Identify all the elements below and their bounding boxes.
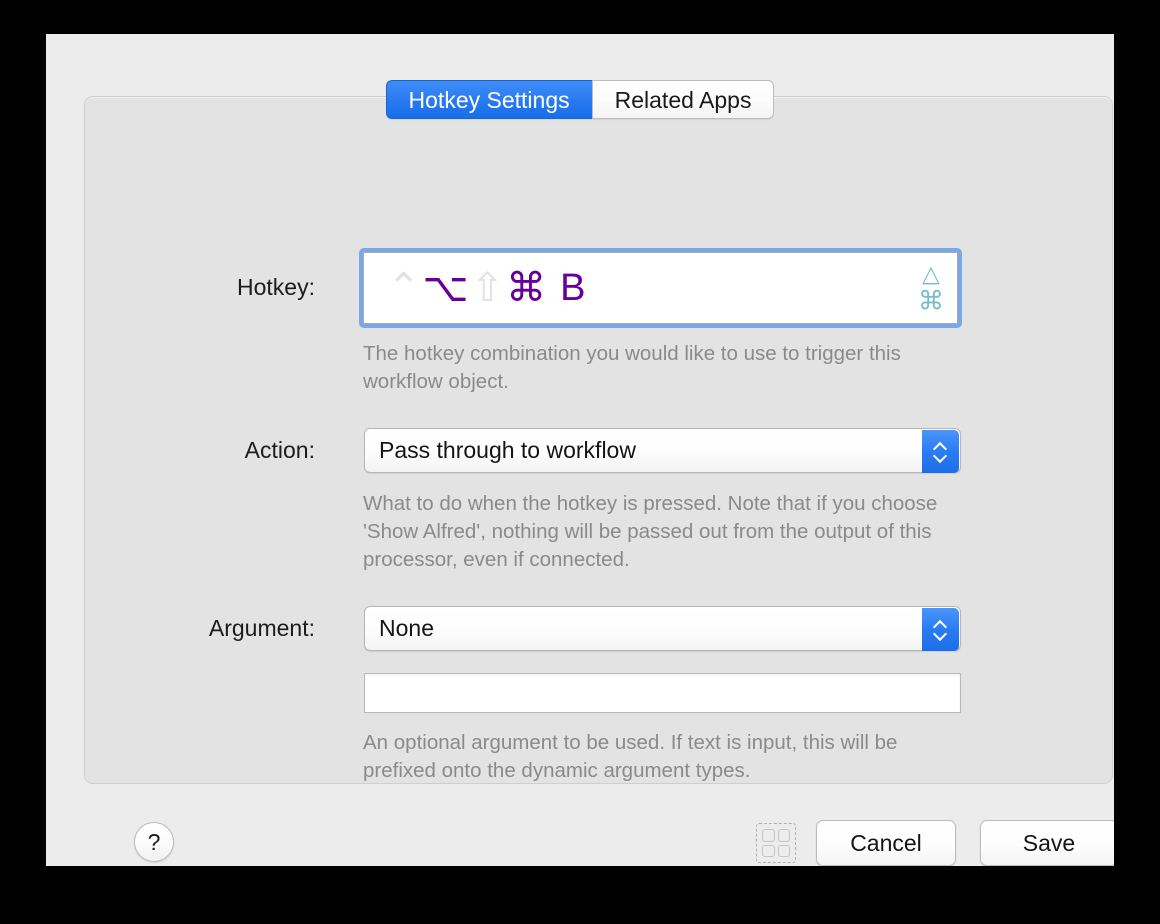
control-key-icon: ⌃ — [387, 268, 421, 308]
argument-stepper-icon[interactable] — [922, 608, 959, 651]
action-help-text: What to do when the hotkey is pressed. N… — [363, 490, 963, 574]
triangle-up-icon: △ — [922, 263, 940, 286]
grid-cell — [778, 845, 791, 858]
tab-related-apps[interactable]: Related Apps — [592, 80, 775, 119]
action-select[interactable]: Pass through to workflow — [364, 428, 961, 473]
cancel-button[interactable]: Cancel — [816, 820, 956, 866]
save-button[interactable]: Save — [980, 820, 1114, 866]
chevron-down-icon — [934, 631, 947, 638]
action-selected-value: Pass through to workflow — [365, 437, 636, 464]
argument-label: Argument: — [193, 615, 315, 642]
option-key-icon: ⌥ — [423, 268, 469, 308]
argument-text-input[interactable] — [364, 673, 961, 713]
command-key-icon: ⌘ — [506, 268, 546, 308]
grid-placeholder-icon[interactable] — [756, 823, 796, 863]
action-label: Action: — [215, 437, 315, 464]
settings-panel: Hotkey: ⌃ ⌥ ⇧ ⌘ B △ ⌘ The hotkey combina… — [84, 96, 1113, 784]
grid-cell — [762, 845, 775, 858]
help-button[interactable]: ? — [134, 822, 174, 862]
hotkey-character: B — [560, 269, 585, 307]
hotkey-help-text: The hotkey combination you would like to… — [363, 340, 963, 396]
hotkey-label: Hotkey: — [210, 274, 315, 301]
tab-hotkey-settings[interactable]: Hotkey Settings — [386, 80, 592, 119]
hotkey-recorder-indicator[interactable]: △ ⌘ — [918, 263, 944, 314]
argument-select[interactable]: None — [364, 606, 961, 651]
shift-key-icon: ⇧ — [471, 268, 505, 308]
argument-selected-value: None — [365, 615, 434, 642]
hotkey-settings-dialog: Hotkey Settings Related Apps Hotkey: ⌃ ⌥… — [46, 34, 1114, 866]
chevron-down-icon — [934, 453, 947, 460]
tab-bar: Hotkey Settings Related Apps — [46, 80, 1114, 119]
argument-help-text: An optional argument to be used. If text… — [363, 729, 963, 785]
grid-cell — [762, 829, 775, 842]
hotkey-recorder-field[interactable]: ⌃ ⌥ ⇧ ⌘ B △ ⌘ — [359, 248, 962, 328]
command-symbol-icon: ⌘ — [918, 288, 944, 314]
grid-cell — [778, 829, 791, 842]
hotkey-combination: ⌃ ⌥ ⇧ ⌘ B — [387, 268, 585, 308]
action-stepper-icon[interactable] — [922, 430, 959, 473]
